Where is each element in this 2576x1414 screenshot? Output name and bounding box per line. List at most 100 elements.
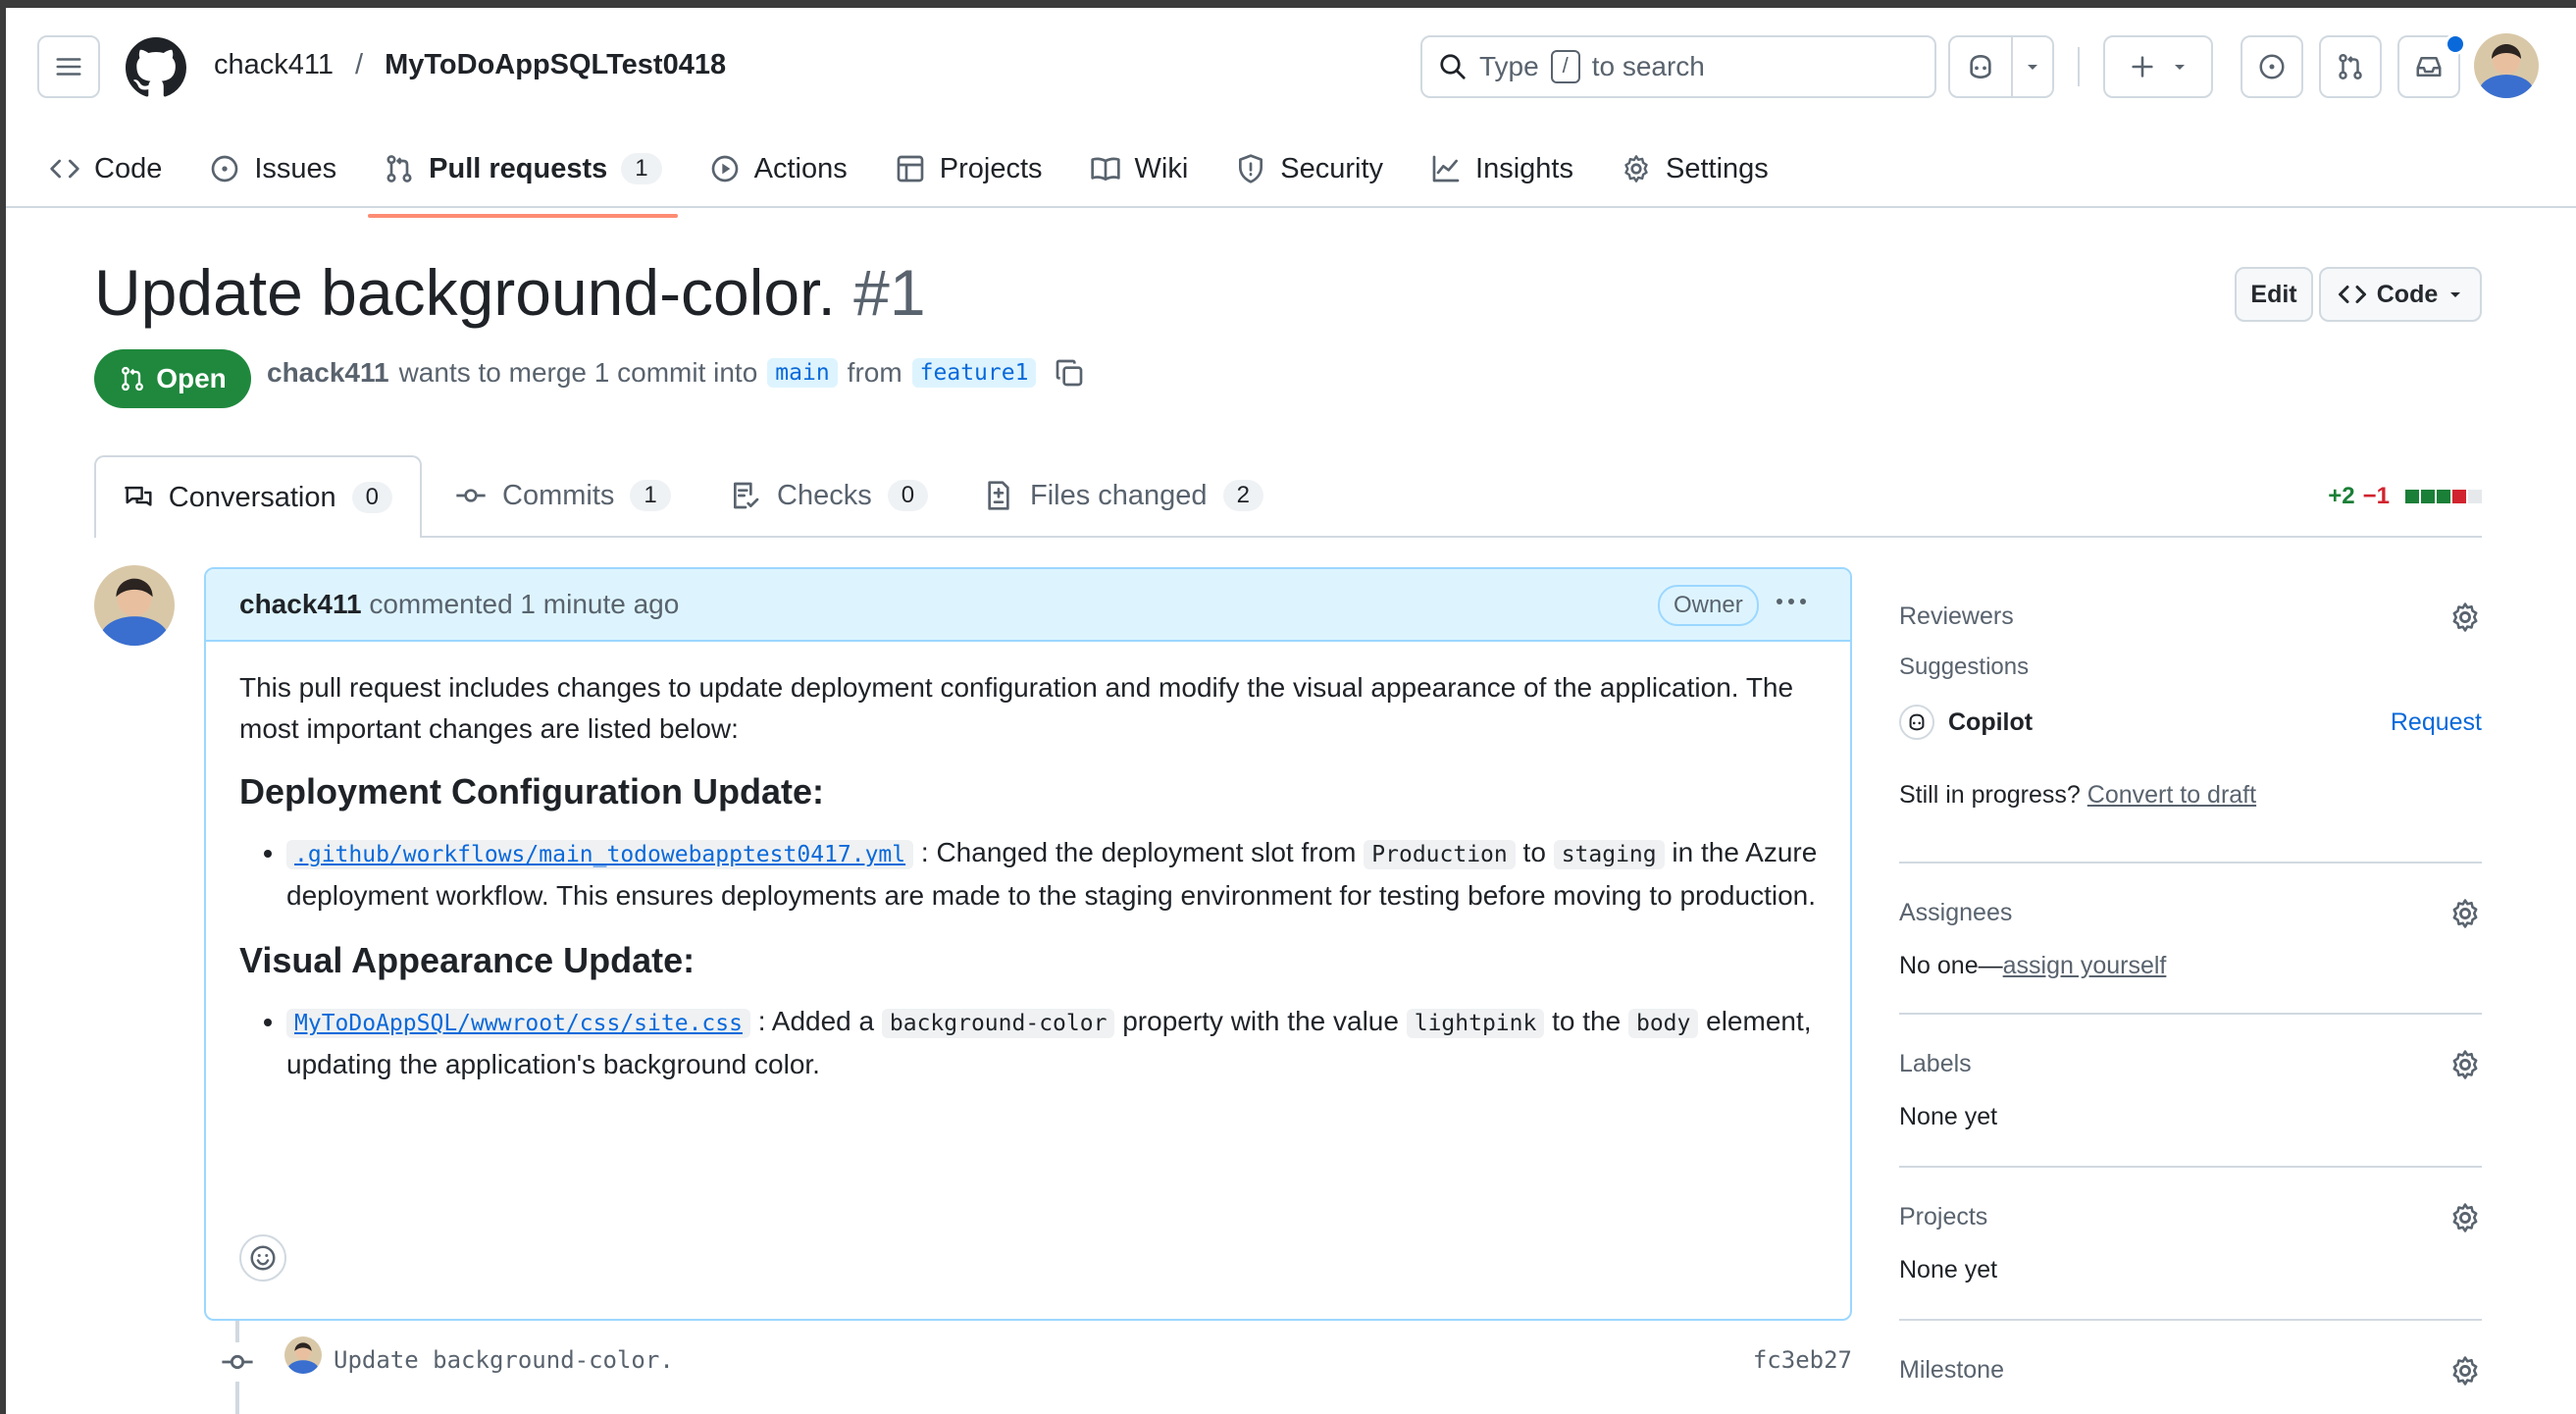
pr-state-label: Open	[156, 363, 227, 393]
tab-checks[interactable]: Checks 0	[730, 455, 929, 536]
repo-name-link[interactable]: MyToDoAppSQLTest0418	[385, 49, 726, 81]
user-avatar[interactable]	[2474, 33, 2539, 98]
tab-commits[interactable]: Commits 1	[455, 455, 671, 536]
inbox-icon	[2416, 57, 2442, 77]
list-text: to	[1522, 837, 1546, 867]
nav-actions-label: Actions	[753, 152, 848, 184]
comment-author-link[interactable]: chack411	[239, 589, 362, 619]
request-review-button[interactable]: Request	[2391, 708, 2482, 737]
milestone-title[interactable]: Milestone	[1899, 1356, 2004, 1385]
play-icon	[711, 155, 738, 183]
search-icon	[1440, 54, 1466, 79]
pr-author-link[interactable]: chack411	[267, 357, 389, 389]
nav-pull-requests[interactable]: Pull requests 1	[368, 141, 678, 218]
breadcrumb-separator: /	[355, 49, 364, 80]
nav-projects-label: Projects	[939, 152, 1043, 184]
commit-author-avatar[interactable]	[284, 1336, 322, 1374]
copilot-label: Copilot	[1948, 707, 2034, 736]
workflow-file-link[interactable]: .github/workflows/main_todowebapptest041…	[286, 840, 914, 869]
comment-author-avatar[interactable]	[94, 565, 175, 646]
labels-value: None yet	[1899, 1103, 1998, 1130]
pr-meta: chack411 wants to merge 1 commit into ma…	[267, 357, 1085, 389]
convert-to-draft-link[interactable]: Convert to draft	[2087, 781, 2256, 809]
copilot-button[interactable]	[1948, 35, 2013, 98]
git-pull-request-icon	[2339, 53, 2362, 80]
search-shortcut-key: /	[1550, 50, 1580, 83]
copilot-icon	[1970, 54, 1991, 79]
search-input[interactable]: Type / to search	[1420, 35, 1936, 98]
timeline-commit-marker	[218, 1342, 257, 1382]
tab-commits-count: 1	[630, 480, 671, 511]
issue-opened-icon	[211, 155, 238, 183]
assignees-settings-button[interactable]	[2448, 897, 2482, 930]
tab-checks-count: 0	[887, 480, 929, 511]
labels-section: Labels None yet	[1899, 1015, 2482, 1168]
nav-issues[interactable]: Issues	[209, 141, 336, 196]
assign-yourself-link[interactable]: assign yourself	[2003, 952, 2167, 979]
commit-message-link[interactable]: Update background-color.	[334, 1346, 674, 1374]
nav-actions[interactable]: Actions	[709, 141, 848, 196]
list-text: to the	[1552, 1006, 1622, 1036]
github-logo-icon[interactable]	[126, 37, 186, 98]
assignees-value: No one—assign yourself	[1899, 952, 2166, 980]
commit-sha-link[interactable]: fc3eb27	[1753, 1346, 1852, 1374]
nav-security[interactable]: Security	[1235, 141, 1383, 196]
base-branch[interactable]: main	[767, 358, 838, 388]
projects-title[interactable]: Projects	[1899, 1203, 1987, 1231]
reviewers-settings-button[interactable]	[2448, 601, 2482, 634]
smiley-icon	[250, 1245, 276, 1271]
heading-deployment: Deployment Configuration Update:	[239, 771, 824, 812]
assignees-title[interactable]: Assignees	[1899, 899, 2012, 927]
milestone-settings-button[interactable]	[2448, 1354, 2482, 1388]
copy-branch-button[interactable]	[1054, 357, 1085, 389]
nav-projects[interactable]: Projects	[895, 141, 1043, 196]
reviewers-title[interactable]: Reviewers	[1899, 602, 2014, 631]
projects-settings-button[interactable]	[2448, 1201, 2482, 1234]
pr-description-comment: chack411 commented 1 minute ago Owner Th…	[204, 567, 1852, 1321]
git-pull-request-icon	[386, 155, 412, 183]
lines-added: +2	[2328, 483, 2355, 509]
nav-wiki[interactable]: Wiki	[1090, 141, 1188, 196]
checklist-icon	[734, 482, 759, 509]
pr-state-badge: Open	[94, 349, 251, 408]
create-new-button[interactable]	[2103, 35, 2213, 98]
menu-button[interactable]	[37, 35, 100, 98]
nav-code-label: Code	[94, 152, 163, 184]
header-divider	[2078, 47, 2080, 86]
code-icon	[2338, 286, 2366, 303]
graph-icon	[1432, 155, 1460, 183]
repo-owner-link[interactable]: chack411	[214, 49, 334, 81]
triangle-down-icon	[2450, 292, 2461, 297]
nav-insights[interactable]: Insights	[1430, 141, 1573, 196]
code-dropdown-button[interactable]: Code	[2319, 267, 2482, 322]
comment-header: chack411 commented 1 minute ago Owner	[206, 569, 1850, 642]
nav-settings[interactable]: Settings	[1621, 141, 1769, 196]
gear-icon	[2452, 1356, 2478, 1386]
head-branch[interactable]: feature1	[911, 358, 1037, 388]
nav-insights-label: Insights	[1475, 152, 1573, 184]
css-file-link[interactable]: MyToDoAppSQL/wwwroot/css/site.css	[286, 1009, 750, 1038]
gear-icon	[2452, 1050, 2478, 1079]
diffstat-block	[2468, 490, 2482, 503]
tab-files-changed[interactable]: Files changed 2	[983, 455, 1263, 536]
add-reaction-button[interactable]	[239, 1234, 286, 1282]
comment-options-button[interactable]	[1774, 587, 1809, 616]
labels-title[interactable]: Labels	[1899, 1050, 1972, 1078]
diffstat-block	[2437, 490, 2450, 503]
tab-checks-label: Checks	[777, 479, 872, 511]
inline-code: staging	[1553, 840, 1665, 869]
nav-code[interactable]: Code	[49, 141, 162, 196]
pull-requests-button[interactable]	[2319, 35, 2382, 98]
nav-pull-requests-label: Pull requests	[429, 152, 608, 184]
comment-timestamp[interactable]: commented 1 minute ago	[369, 589, 679, 619]
inline-code: body	[1627, 1009, 1699, 1038]
labels-settings-button[interactable]	[2448, 1048, 2482, 1081]
table-icon	[897, 155, 924, 183]
issues-button[interactable]	[2241, 35, 2303, 98]
edit-button[interactable]: Edit	[2235, 267, 2313, 322]
edit-button-label: Edit	[2250, 280, 2297, 308]
plus-icon	[2132, 56, 2153, 78]
tab-conversation-label: Conversation	[168, 481, 336, 513]
copilot-dropdown-button[interactable]	[2011, 35, 2054, 98]
tab-conversation[interactable]: Conversation 0	[94, 455, 422, 538]
